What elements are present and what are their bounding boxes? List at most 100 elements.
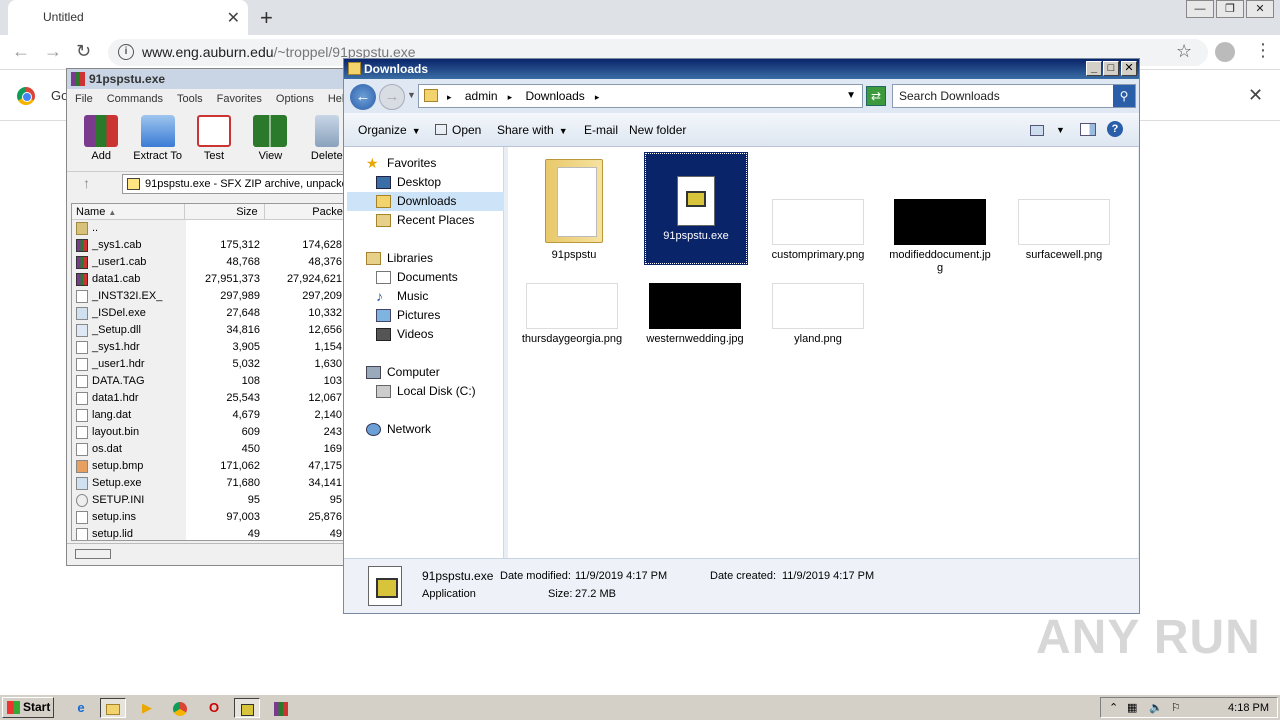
file-row[interactable]: setup.bmp 171,062 47,175 — [72, 458, 354, 475]
restore-icon[interactable]: ❐ — [1216, 0, 1244, 18]
chrome-taskbar-icon[interactable] — [167, 698, 193, 718]
nav-libraries[interactable]: Libraries — [366, 249, 433, 268]
search-icon[interactable]: ⚲ — [1113, 85, 1135, 107]
explorer-titlebar[interactable]: Downloads _ □ ✕ — [344, 59, 1139, 79]
menu-tools[interactable]: Tools — [177, 89, 203, 109]
explorer-close-icon[interactable]: ✕ — [1121, 61, 1137, 76]
nav-downloads[interactable]: Downloads — [347, 192, 504, 211]
item-exe-91pspstu[interactable]: 91pspstu.exe — [644, 152, 748, 265]
start-button[interactable]: Start — [2, 697, 54, 718]
back-arrow-icon[interactable]: ← — [12, 41, 30, 62]
help-icon[interactable]: ? — [1107, 121, 1123, 137]
profile-avatar-icon[interactable] — [1215, 42, 1235, 62]
nav-documents[interactable]: Documents — [376, 268, 458, 287]
item-westernwedding-jpg[interactable]: westernwedding.jpg — [643, 283, 747, 346]
email-button[interactable]: E-mail — [584, 123, 618, 137]
archive-path-field[interactable]: 91pspstu.exe - SFX ZIP archive, unpacked… — [122, 174, 362, 194]
internet-explorer-icon[interactable]: e — [68, 698, 94, 718]
file-row[interactable]: setup.lid 49 49 — [72, 526, 354, 540]
forward-arrow-icon[interactable]: → — [379, 84, 405, 110]
file-row[interactable]: layout.bin 609 243 — [72, 424, 354, 441]
winrar-taskbar-icon[interactable] — [268, 698, 294, 718]
breadcrumb-admin[interactable]: admin — [465, 89, 498, 103]
info-icon[interactable]: i — [118, 44, 134, 60]
file-row[interactable]: _ISDel.exe 27,648 10,332 — [72, 305, 354, 322]
column-size[interactable]: Size — [185, 204, 265, 219]
file-row[interactable]: data1.cab 27,951,373 27,924,621 — [72, 271, 354, 288]
file-row[interactable]: _sys1.hdr 3,905 1,154 — [72, 339, 354, 356]
view-dropdown-icon[interactable]: ▼ — [1056, 125, 1065, 135]
new-tab-icon[interactable]: + — [260, 5, 273, 31]
back-arrow-icon[interactable]: ← — [350, 84, 376, 110]
taskbar-clock[interactable]: 4:18 PM — [1228, 702, 1269, 714]
address-dropdown-icon[interactable]: ▼ — [846, 85, 856, 107]
nav-desktop[interactable]: Desktop — [376, 173, 441, 192]
organize-button[interactable]: Organize ▼ — [358, 123, 421, 137]
browser-tab[interactable]: Untitled ✕ — [8, 0, 248, 35]
forward-arrow-icon[interactable]: → — [44, 41, 62, 62]
search-input[interactable]: Search Downloads ⚲ — [892, 84, 1136, 108]
nav-computer[interactable]: Computer — [366, 363, 440, 382]
minimize-icon[interactable]: — — [1186, 0, 1214, 18]
explorer-address-box[interactable]: ▸ admin ▸ Downloads ▸ ▼ — [418, 84, 863, 108]
column-packed[interactable]: Packed — [265, 204, 354, 219]
item-modifieddocument-jpg[interactable]: modifieddocument.jpg — [888, 199, 992, 275]
nav-network[interactable]: Network — [366, 420, 431, 439]
bookmark-star-icon[interactable]: ☆ — [1176, 41, 1192, 62]
close-icon[interactable]: ✕ — [1246, 0, 1274, 18]
file-row[interactable]: data1.hdr 25,543 12,067 — [72, 390, 354, 407]
add-button[interactable]: Add — [73, 109, 129, 171]
nav-favorites[interactable]: ★ Favorites — [366, 154, 436, 173]
file-row[interactable]: .. — [72, 220, 354, 237]
file-row[interactable]: _Setup.dll 34,816 12,656 — [72, 322, 354, 339]
extract-to-button[interactable]: Extract To — [129, 109, 185, 171]
menu-commands[interactable]: Commands — [107, 89, 163, 109]
file-row[interactable]: _user1.cab 48,768 48,376 — [72, 254, 354, 271]
share-with-button[interactable]: Share with ▼ — [497, 123, 568, 137]
nav-pictures[interactable]: Pictures — [376, 306, 440, 325]
file-row[interactable]: setup.ins 97,003 25,876 — [72, 509, 354, 526]
view-button[interactable]: View — [242, 109, 298, 171]
nav-local-disk[interactable]: Local Disk (C:) — [376, 382, 476, 401]
nav-music[interactable]: ♪ Music — [376, 287, 428, 306]
reload-icon[interactable]: ↻ — [76, 41, 91, 62]
item-customprimary-png[interactable]: customprimary.png — [766, 199, 870, 262]
network-tray-icon[interactable]: ▦ — [1127, 701, 1137, 714]
file-row[interactable]: SETUP.INI 95 95 — [72, 492, 354, 509]
nav-recent-places[interactable]: Recent Places — [376, 211, 474, 230]
up-arrow-icon[interactable]: ↑ — [83, 175, 90, 191]
test-button[interactable]: Test — [186, 109, 242, 171]
file-row[interactable]: os.dat 450 169 — [72, 441, 354, 458]
opera-icon[interactable]: O — [201, 698, 227, 718]
tray-expand-icon[interactable]: ⌃ — [1109, 701, 1118, 714]
winrar-titlebar[interactable]: 91pspstu.exe — [67, 69, 355, 89]
item-yland-png[interactable]: yland.png — [766, 283, 870, 346]
open-button[interactable]: Open — [435, 123, 481, 137]
explorer-minimize-icon[interactable]: _ — [1086, 61, 1102, 76]
menu-options[interactable]: Options — [276, 89, 314, 109]
breadcrumb-downloads[interactable]: Downloads — [525, 89, 584, 103]
file-row[interactable]: DATA.TAG 108 103 — [72, 373, 354, 390]
file-row[interactable]: lang.dat 4,679 2,140 — [72, 407, 354, 424]
file-row[interactable]: _INST32I.EX_ 297,989 297,209 — [72, 288, 354, 305]
item-surfacewell-png[interactable]: surfacewell.png — [1012, 199, 1116, 262]
item-thursdaygeorgia-png[interactable]: thursdaygeorgia.png — [520, 283, 624, 346]
explorer-taskbar-icon[interactable] — [100, 698, 126, 718]
refresh-icon[interactable]: ⇄ — [866, 86, 886, 106]
infobar-close-icon[interactable]: ✕ — [1248, 85, 1263, 106]
menu-file[interactable]: File — [75, 89, 93, 109]
history-dropdown-icon[interactable]: ▼ — [407, 90, 416, 100]
kebab-menu-icon[interactable]: ⋮ — [1254, 40, 1272, 61]
media-player-icon[interactable]: ▶ — [134, 698, 160, 718]
change-view-icon[interactable] — [1030, 125, 1044, 136]
file-row[interactable]: Setup.exe 71,680 34,141 — [72, 475, 354, 492]
tab-close-icon[interactable]: ✕ — [227, 8, 240, 28]
menu-favorites[interactable]: Favorites — [217, 89, 262, 109]
item-folder-91pspstu[interactable]: 91pspstu — [522, 153, 626, 262]
action-center-flag-icon[interactable]: ⚐ — [1171, 701, 1181, 714]
nav-videos[interactable]: Videos — [376, 325, 433, 344]
new-folder-button[interactable]: New folder — [629, 123, 686, 137]
file-row[interactable]: _user1.hdr 5,032 1,630 — [72, 356, 354, 373]
preview-pane-icon[interactable] — [1080, 123, 1096, 136]
file-row[interactable]: _sys1.cab 175,312 174,628 — [72, 237, 354, 254]
